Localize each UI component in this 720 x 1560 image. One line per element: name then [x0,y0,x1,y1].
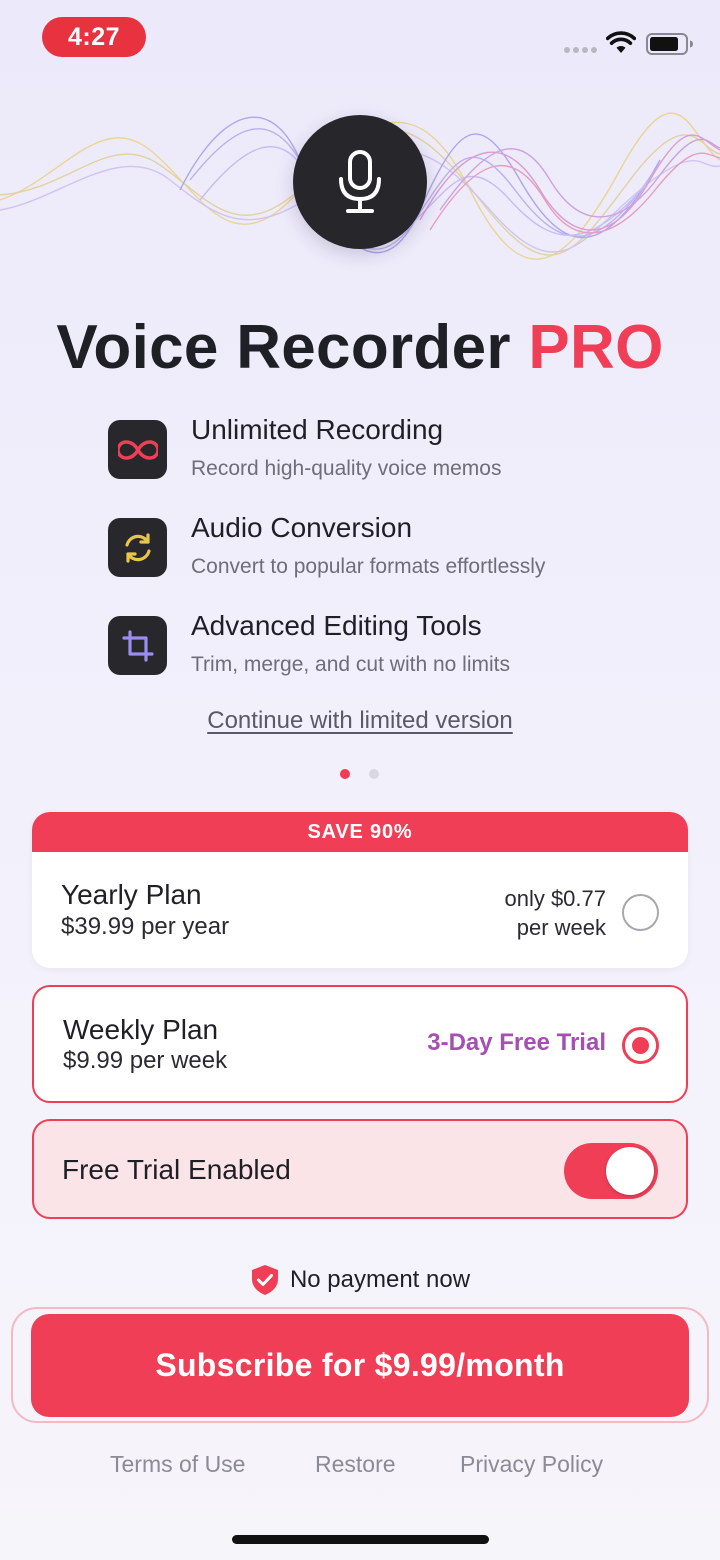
terms-of-use-link[interactable]: Terms of Use [110,1451,245,1478]
restore-link[interactable]: Restore [315,1451,396,1478]
battery-icon [646,33,693,55]
yearly-radio[interactable] [622,894,659,931]
title-pro: PRO [528,313,664,382]
trial-label: 3-Day Free Trial [427,1029,606,1056]
free-trial-toggle[interactable] [564,1143,658,1199]
refresh-icon [108,518,167,577]
crop-icon [108,616,167,675]
per-week-line2: per week [516,915,606,940]
feature-title: Unlimited Recording [191,414,444,445]
infinity-icon [108,420,167,479]
status-bar: 4:27 [0,0,720,80]
plan-price: $9.99 per week [63,1047,228,1074]
weekly-plan-card[interactable]: Weekly Plan $9.99 per week 3-Day Free Tr… [32,985,688,1103]
toggle-knob [606,1147,654,1195]
plan-name: Yearly Plan [61,879,202,910]
feature-subtitle: Convert to popular formats effortlessly [191,555,546,578]
per-week-line1: only $0.77 [504,886,606,911]
feature-advanced-editing: Advanced Editing Tools Trim, merge, and … [108,610,668,696]
footer-links: Terms of Use Restore Privacy Policy [0,1451,720,1481]
subscribe-button[interactable]: Subscribe for $9.99/month [31,1314,689,1417]
no-payment-note: No payment now [0,1264,720,1296]
feature-unlimited-recording: Unlimited Recording Record high-quality … [108,414,668,500]
free-trial-row[interactable]: Free Trial Enabled [32,1119,688,1219]
microphone-icon [339,150,381,213]
title-main: Voice Recorder [56,313,511,382]
continue-limited-link-row: Continue with limited version [0,707,720,735]
feature-title: Advanced Editing Tools [191,610,482,641]
page-dot-active[interactable] [340,769,350,779]
wifi-icon [606,31,636,53]
no-payment-text: No payment now [289,1266,471,1293]
save-badge: SAVE 90% [32,812,688,852]
privacy-policy-link[interactable]: Privacy Policy [460,1451,603,1478]
yearly-plan-card[interactable]: SAVE 90% Yearly Plan $39.99 per year onl… [32,812,688,968]
page-title: Voice Recorder PRO [0,312,720,383]
status-time[interactable]: 4:27 [42,17,146,57]
feature-title: Audio Conversion [191,512,413,543]
home-indicator[interactable] [232,1535,489,1544]
continue-limited-link[interactable]: Continue with limited version [207,707,512,734]
feature-audio-conversion: Audio Conversion Convert to popular form… [108,512,668,598]
shield-check-icon [251,1265,278,1295]
cellular-signal-icon [564,47,597,53]
weekly-radio[interactable] [622,1027,659,1064]
page-dot[interactable] [369,769,379,779]
plan-name: Weekly Plan [63,1014,219,1045]
feature-subtitle: Record high-quality voice memos [191,457,502,480]
free-trial-label: Free Trial Enabled [62,1154,291,1185]
per-week-price: only $0.77 per week [504,884,606,942]
plan-price: $39.99 per year [61,913,230,940]
page-indicator [340,769,379,779]
microphone-button[interactable] [293,115,427,249]
feature-subtitle: Trim, merge, and cut with no limits [191,653,510,676]
